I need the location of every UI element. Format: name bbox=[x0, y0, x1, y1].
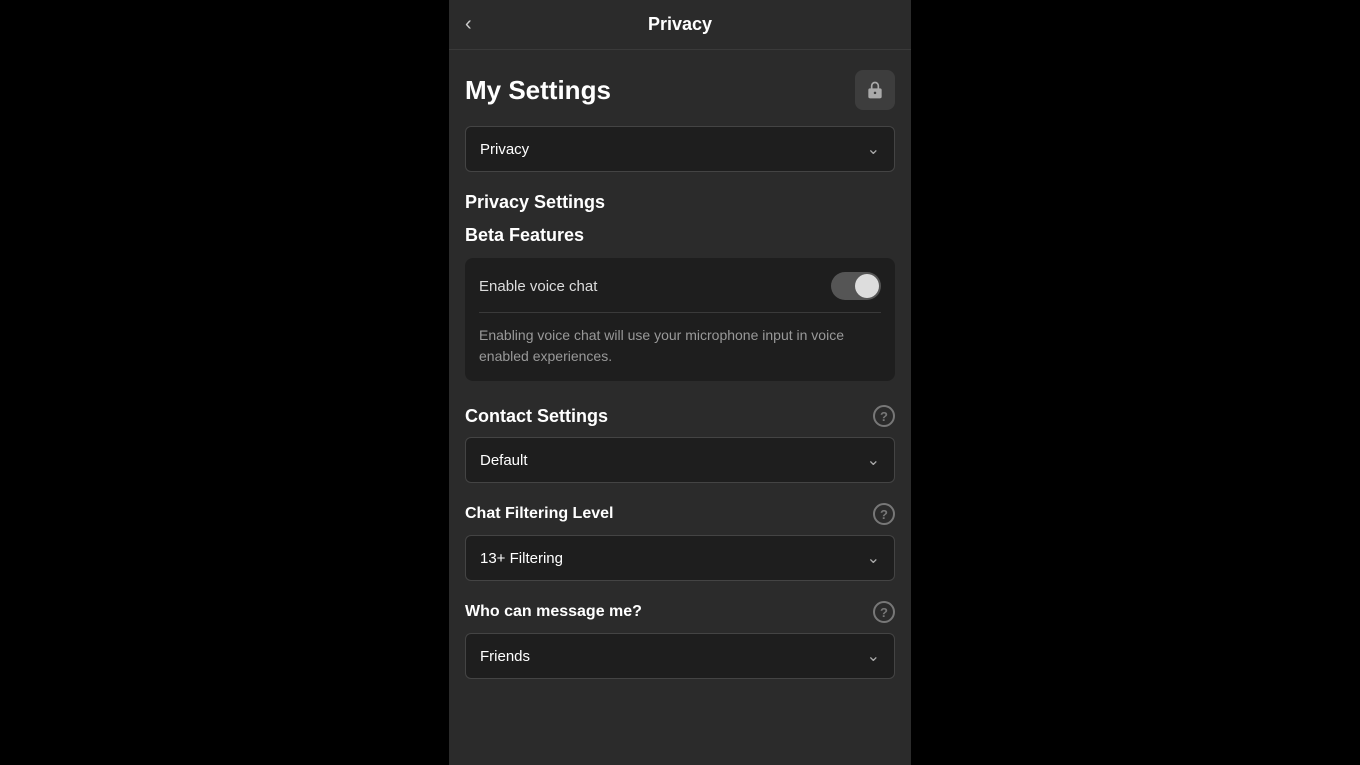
who-can-message-section: Who can message me? ? Friends ⌄ bbox=[465, 601, 895, 679]
content-area: My Settings Privacy ⌄ Privacy Settings B… bbox=[449, 50, 911, 765]
contact-settings-section: Contact Settings ? Default ⌄ bbox=[465, 405, 895, 483]
my-settings-title: My Settings bbox=[465, 75, 611, 106]
voice-chat-toggle[interactable] bbox=[831, 272, 881, 300]
who-can-message-header: Who can message me? ? bbox=[465, 601, 895, 623]
chat-filtering-section: Chat Filtering Level ? 13+ Filtering ⌄ bbox=[465, 503, 895, 581]
contact-settings-header: Contact Settings ? bbox=[465, 405, 895, 427]
lock-button[interactable] bbox=[855, 70, 895, 110]
category-dropdown[interactable]: Privacy ⌄ bbox=[465, 126, 895, 172]
contact-settings-value: Default bbox=[480, 452, 528, 469]
contact-settings-dropdown[interactable]: Default ⌄ bbox=[465, 437, 895, 483]
my-settings-header: My Settings bbox=[465, 70, 895, 110]
nav-bar: ‹ Privacy bbox=[449, 0, 911, 50]
contact-settings-help-icon[interactable]: ? bbox=[873, 405, 895, 427]
toggle-divider bbox=[479, 312, 881, 313]
who-can-message-dropdown[interactable]: Friends ⌄ bbox=[465, 633, 895, 679]
chat-filtering-title: Chat Filtering Level bbox=[465, 505, 613, 523]
lock-icon bbox=[865, 80, 885, 100]
category-dropdown-arrow: ⌄ bbox=[867, 139, 880, 159]
beta-features-title: Beta Features bbox=[465, 225, 895, 246]
back-button[interactable]: ‹ bbox=[465, 13, 472, 36]
voice-chat-row: Enable voice chat bbox=[479, 272, 881, 300]
chat-filtering-dropdown[interactable]: 13+ Filtering ⌄ bbox=[465, 535, 895, 581]
chat-filtering-arrow: ⌄ bbox=[867, 548, 880, 568]
beta-features-card: Enable voice chat Enabling voice chat wi… bbox=[465, 258, 895, 381]
chat-filtering-header: Chat Filtering Level ? bbox=[465, 503, 895, 525]
who-can-message-help-icon[interactable]: ? bbox=[873, 601, 895, 623]
app-panel: ‹ Privacy My Settings Privacy ⌄ Privacy … bbox=[449, 0, 911, 765]
who-can-message-value: Friends bbox=[480, 648, 530, 665]
beta-description: Enabling voice chat will use your microp… bbox=[479, 325, 881, 367]
who-can-message-arrow: ⌄ bbox=[867, 646, 880, 666]
nav-title: Privacy bbox=[648, 14, 712, 35]
chat-filtering-help-icon[interactable]: ? bbox=[873, 503, 895, 525]
category-dropdown-value: Privacy bbox=[480, 141, 529, 158]
who-can-message-title: Who can message me? bbox=[465, 603, 642, 621]
privacy-settings-title: Privacy Settings bbox=[465, 192, 895, 213]
voice-chat-label: Enable voice chat bbox=[479, 278, 597, 295]
toggle-knob bbox=[855, 274, 879, 298]
contact-settings-title: Contact Settings bbox=[465, 406, 608, 427]
contact-settings-arrow: ⌄ bbox=[867, 450, 880, 470]
chat-filtering-value: 13+ Filtering bbox=[480, 550, 563, 567]
